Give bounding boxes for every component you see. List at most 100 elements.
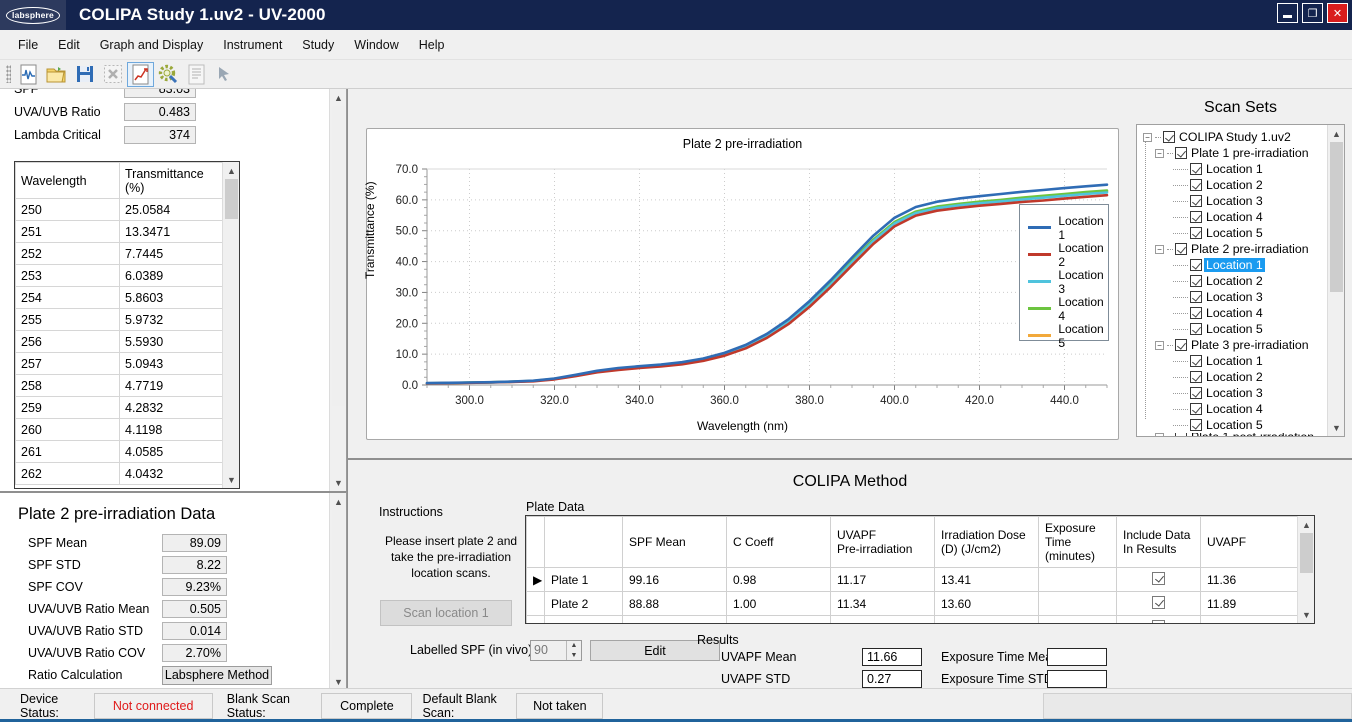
column-header-uvapf-pre-irradiation[interactable]: UVAPFPre-irradiation	[831, 517, 935, 568]
tree-item-label[interactable]: Location 3	[1204, 386, 1265, 400]
exposure-time-std-value[interactable]	[1047, 670, 1107, 688]
checkbox[interactable]	[1190, 259, 1202, 271]
scroll-thumb[interactable]	[1330, 142, 1343, 292]
tree-node-location-1[interactable]: Location 1	[1141, 257, 1344, 273]
legend-item[interactable]: Location 4	[1028, 295, 1108, 322]
table-row[interactable]: Plate 288.881.0011.3413.6011.89	[527, 592, 1299, 616]
table-row[interactable]: 2527.7445	[16, 243, 224, 265]
column-header-blank[interactable]	[545, 517, 623, 568]
checkbox[interactable]	[1190, 387, 1202, 399]
labelled-spf-stepper[interactable]: 90 ▲ ▼	[530, 640, 582, 661]
stepper-up-icon[interactable]: ▲	[567, 641, 581, 651]
tree-node-plate-2[interactable]: −Plate 2 pre-irradiation	[1141, 241, 1344, 257]
tree-item-label[interactable]: Location 4	[1204, 306, 1265, 320]
checkbox[interactable]	[1152, 620, 1165, 625]
table-row[interactable]: 2584.7719	[16, 375, 224, 397]
scroll-thumb[interactable]	[332, 106, 345, 406]
stepper-down-icon[interactable]: ▼	[567, 651, 581, 661]
tree-item-label[interactable]: Location 5	[1204, 226, 1265, 240]
row-selector[interactable]	[527, 616, 545, 625]
open-button[interactable]	[43, 62, 70, 87]
tree-scrollbar[interactable]: ▲ ▼	[1327, 125, 1344, 436]
checkbox[interactable]	[1190, 275, 1202, 287]
menu-instrument[interactable]: Instrument	[213, 34, 292, 56]
checkbox[interactable]	[1190, 403, 1202, 415]
legend-item[interactable]: Location 3	[1028, 268, 1108, 295]
tree-item-label[interactable]: Plate 3 pre-irradiation	[1189, 338, 1311, 352]
tree-node-plate-3[interactable]: −Plate 3 pre-irradiation	[1141, 337, 1344, 353]
checkbox[interactable]	[1190, 163, 1202, 175]
checkbox[interactable]	[1190, 227, 1202, 239]
scroll-down-icon[interactable]: ▼	[1328, 419, 1345, 436]
scroll-down-icon[interactable]: ▼	[1298, 606, 1315, 623]
checkbox[interactable]	[1190, 307, 1202, 319]
tree-item-label[interactable]: Location 1	[1204, 354, 1265, 368]
tree-node-location-4[interactable]: Location 4	[1141, 305, 1344, 321]
tree-node-root[interactable]: −COLIPA Study 1.uv2	[1141, 129, 1344, 145]
tree-item-label[interactable]: Location 2	[1204, 178, 1265, 192]
new-scan-button[interactable]	[15, 62, 42, 87]
tree-node-location-1[interactable]: Location 1	[1141, 161, 1344, 177]
tree-item-label[interactable]: Location 2	[1204, 370, 1265, 384]
scroll-up-icon[interactable]: ▲	[223, 162, 240, 179]
checkbox[interactable]	[1190, 323, 1202, 335]
ratio-calculation-button[interactable]: Labsphere Method	[162, 666, 272, 685]
table-row[interactable]: 25025.0584	[16, 199, 224, 221]
tree-node-location-2[interactable]: Location 2	[1141, 273, 1344, 289]
table-row[interactable]: Plate 391.121.0011.5913.9111.73	[527, 616, 1299, 625]
tree-item-label[interactable]: Plate 1 pre-irradiation	[1189, 146, 1311, 160]
menu-window[interactable]: Window	[344, 34, 408, 56]
column-header-uvapf[interactable]: UVAPF	[1201, 517, 1299, 568]
include-data-checkbox[interactable]	[1117, 592, 1201, 616]
table-row[interactable]: 2624.0432	[16, 463, 224, 485]
tree-item-label[interactable]: Location 3	[1204, 290, 1265, 304]
checkbox[interactable]	[1175, 339, 1187, 351]
legend-item[interactable]: Location 1	[1028, 214, 1108, 241]
close-button[interactable]: ✕	[1327, 3, 1348, 23]
legend-item[interactable]: Location 5	[1028, 322, 1108, 349]
checkbox[interactable]	[1190, 291, 1202, 303]
scan-location-button[interactable]: Scan location 1	[380, 600, 512, 626]
tree-node-location-5[interactable]: Location 5	[1141, 417, 1344, 433]
labelled-spf-value[interactable]: 90	[531, 641, 566, 660]
graph-button[interactable]	[127, 62, 154, 87]
left-pane-scrollbar[interactable]: ▲ ▼	[329, 89, 346, 491]
tree-item-label[interactable]: Plate 1 post-irradiation	[1189, 433, 1316, 437]
tree-node-partial[interactable]: − Plate 1 post-irradiation	[1141, 433, 1344, 437]
tree-item-label[interactable]: Location 5	[1204, 418, 1265, 432]
table-scrollbar[interactable]: ▲ ▼	[222, 162, 239, 488]
grid-scrollbar[interactable]: ▲ ▼	[1297, 516, 1314, 623]
column-header-irradiation-dose-d-j-cm2[interactable]: Irradiation Dose(D) (J/cm2)	[935, 517, 1039, 568]
transmittance-chart[interactable]: Plate 2 pre-irradiation Transmittance (%…	[366, 128, 1119, 440]
menu-graph-and-display[interactable]: Graph and Display	[90, 34, 214, 56]
table-row[interactable]: 2594.2832	[16, 397, 224, 419]
tree-node-location-3[interactable]: Location 3	[1141, 289, 1344, 305]
include-data-checkbox[interactable]	[1117, 568, 1201, 592]
tree-node-location-4[interactable]: Location 4	[1141, 209, 1344, 225]
menu-edit[interactable]: Edit	[48, 34, 90, 56]
tree-item-label[interactable]: Location 4	[1204, 210, 1265, 224]
expand-collapse-icon[interactable]: −	[1155, 149, 1164, 158]
tree-node-location-5[interactable]: Location 5	[1141, 321, 1344, 337]
checkbox[interactable]	[1152, 572, 1165, 585]
table-row[interactable]: 2565.5930	[16, 331, 224, 353]
tree-node-location-3[interactable]: Location 3	[1141, 193, 1344, 209]
table-row[interactable]: ▶Plate 199.160.9811.1713.4111.36	[527, 568, 1299, 592]
column-header-include-data-in-results[interactable]: Include DataIn Results	[1117, 517, 1201, 568]
column-header-c-coeff[interactable]: C Coeff	[727, 517, 831, 568]
scroll-up-icon[interactable]: ▲	[1328, 125, 1345, 142]
checkbox[interactable]	[1175, 433, 1187, 437]
checkbox[interactable]	[1190, 371, 1202, 383]
expand-collapse-icon[interactable]: −	[1155, 433, 1164, 437]
uvapf-mean-value[interactable]: 11.66	[862, 648, 922, 666]
minimize-button[interactable]	[1277, 3, 1298, 23]
checkbox[interactable]	[1190, 419, 1202, 431]
table-row[interactable]: 25113.3471	[16, 221, 224, 243]
legend-item[interactable]: Location 2	[1028, 241, 1108, 268]
tree-item-label[interactable]: COLIPA Study 1.uv2	[1177, 130, 1293, 144]
table-row[interactable]: 2545.8603	[16, 287, 224, 309]
checkbox[interactable]	[1190, 179, 1202, 191]
row-selector[interactable]	[527, 592, 545, 616]
expand-collapse-icon[interactable]: −	[1155, 245, 1164, 254]
scan-sets-tree[interactable]: −COLIPA Study 1.uv2−Plate 1 pre-irradiat…	[1136, 124, 1345, 437]
